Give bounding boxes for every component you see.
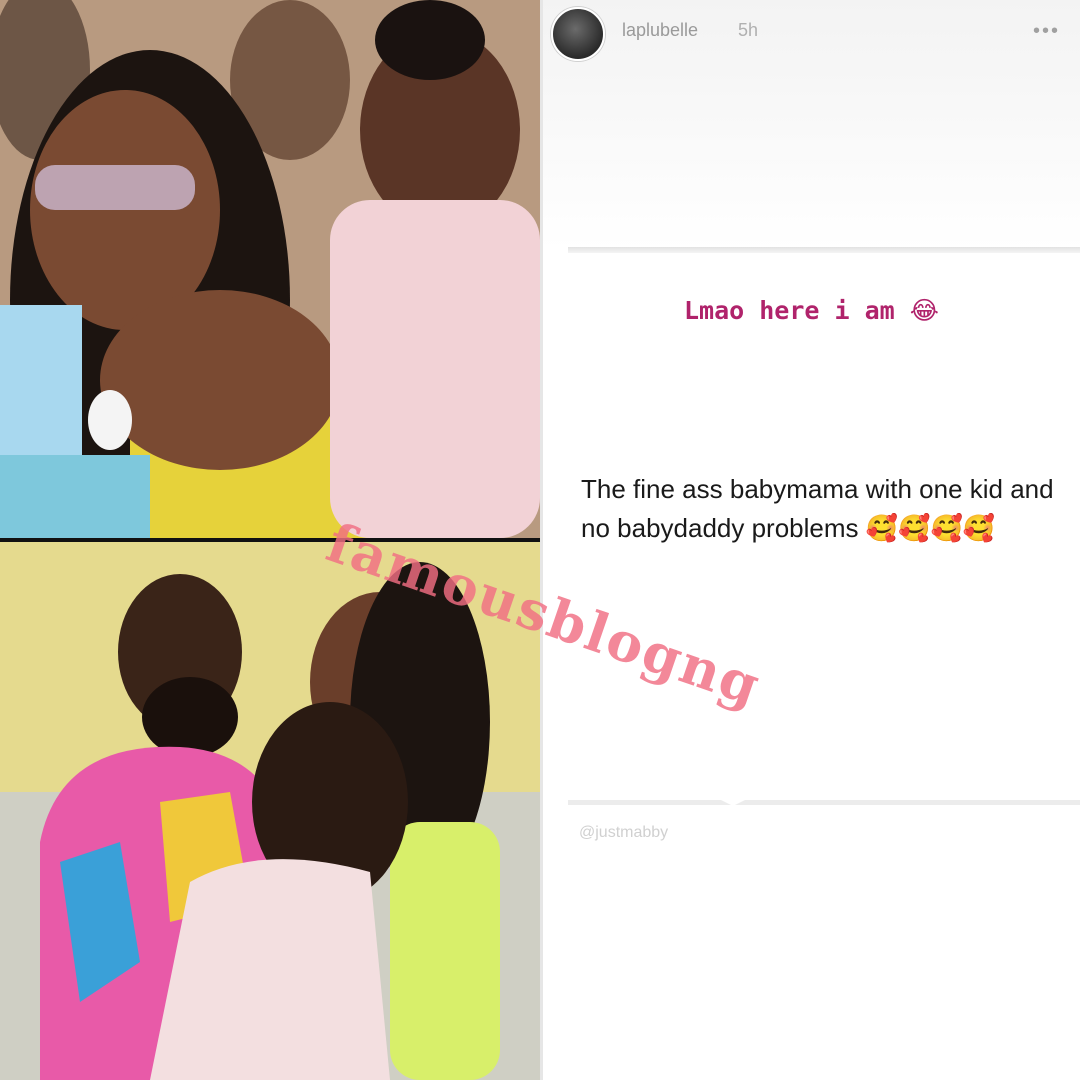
story-timestamp: 5h (738, 20, 759, 40)
story-header: laplubelle 5h ••• (543, 0, 1080, 250)
photo-family (0, 542, 540, 1080)
photo-birthday-candle-illustration (0, 0, 540, 538)
story-mention[interactable]: @justmabby (579, 824, 668, 842)
story-caption: Lmao here i am 😂 (543, 296, 1080, 325)
photo-family-illustration (0, 542, 540, 1080)
photo-birthday-candle (0, 0, 540, 538)
smiling-hearts-emoji-icon: 🥰🥰🥰🥰 (865, 514, 996, 544)
quote-separator-bottom (568, 800, 1080, 805)
story-body: The fine ass babymama with one kid and n… (581, 470, 1076, 549)
story-caption-text: Lmao here i am (684, 296, 895, 325)
profile-avatar[interactable] (551, 7, 605, 61)
laughing-emoji-icon: 😂 (909, 296, 939, 325)
story-username[interactable]: laplubelle (622, 20, 698, 41)
more-options-icon[interactable]: ••• (1033, 20, 1060, 43)
story-panel: laplubelle 5h ••• Lmao here i am 😂 The f… (543, 0, 1080, 1080)
collage: laplubelle 5h ••• Lmao here i am 😂 The f… (0, 0, 1080, 1080)
quote-separator-top (568, 247, 1080, 253)
